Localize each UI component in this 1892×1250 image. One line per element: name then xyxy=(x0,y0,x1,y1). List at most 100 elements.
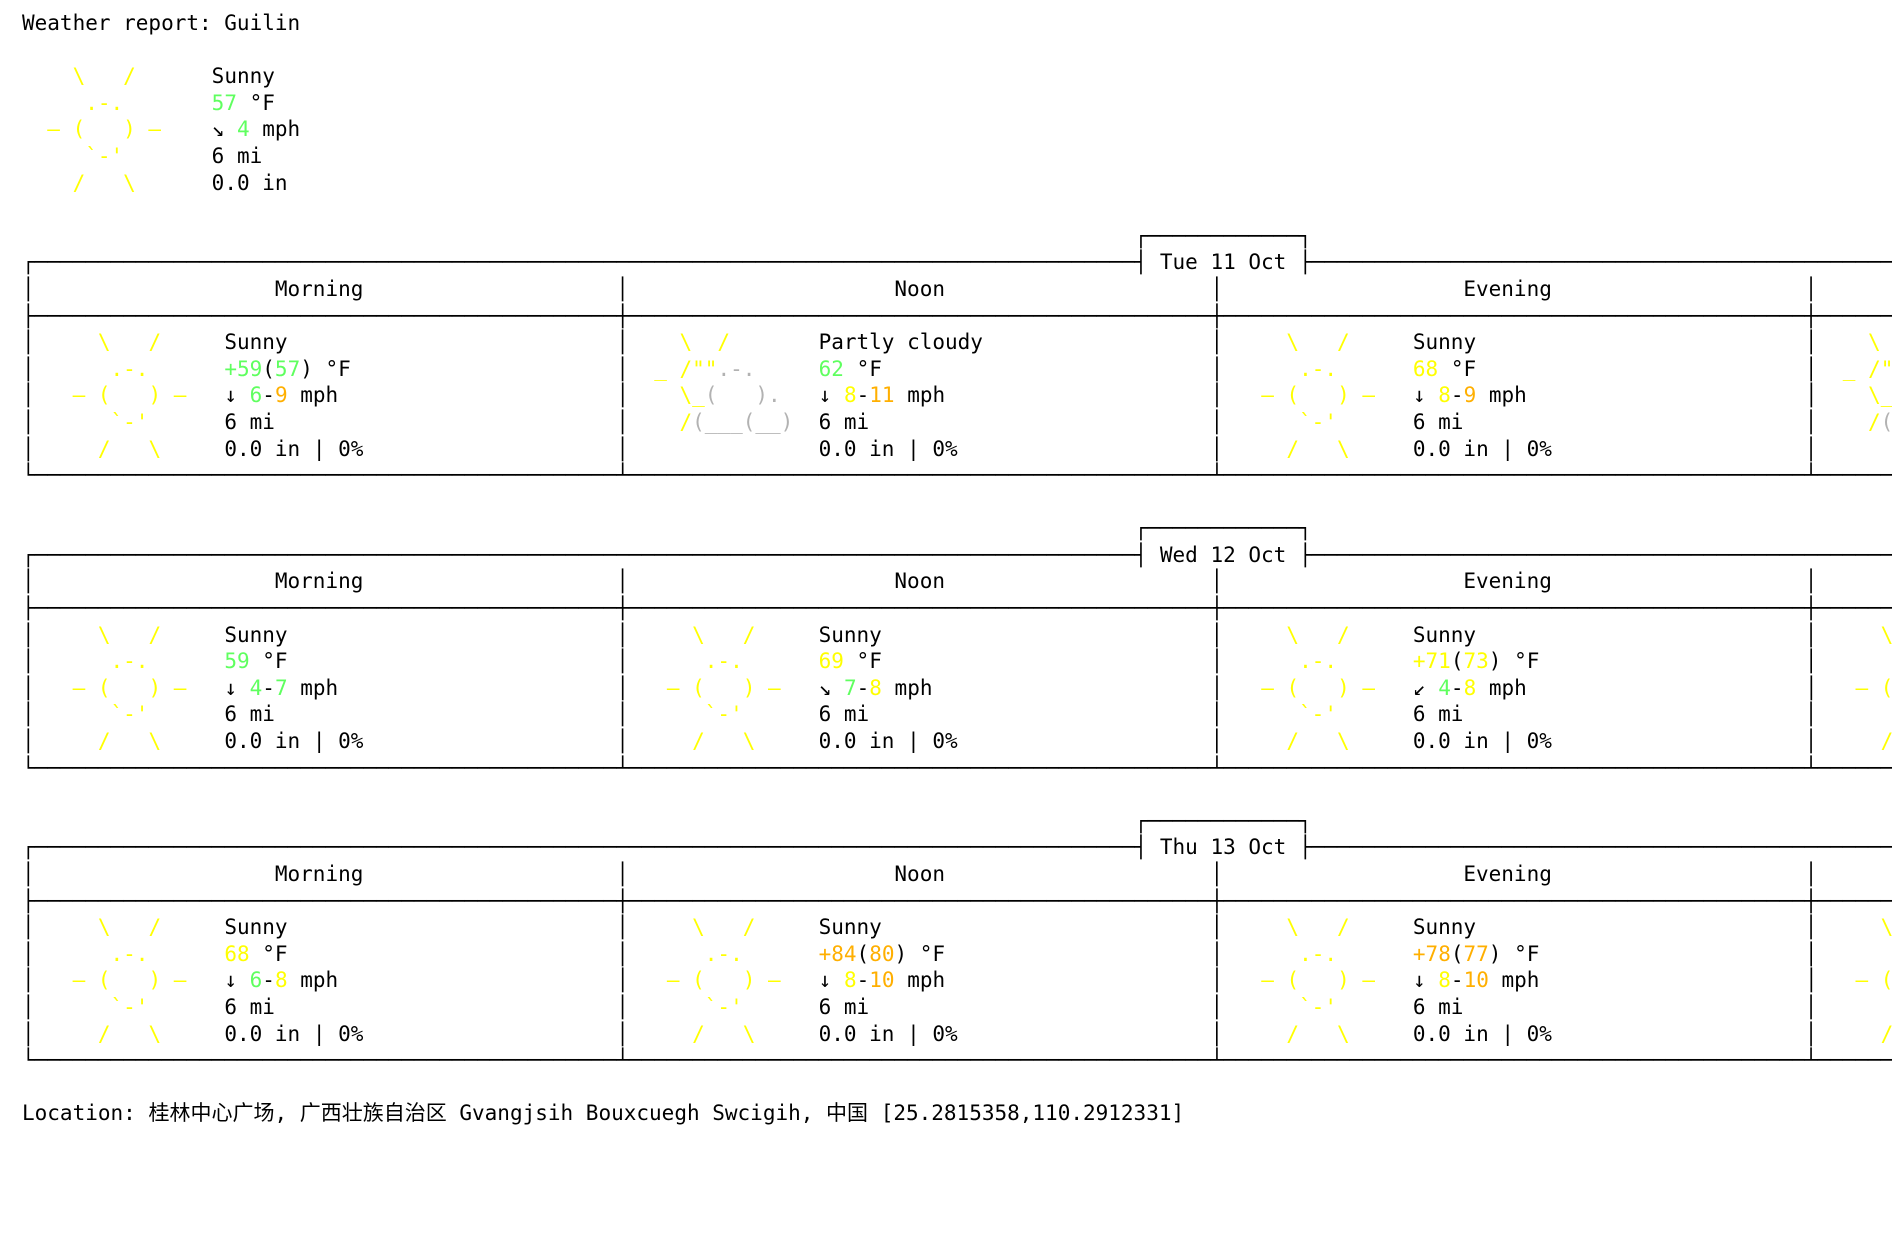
cell-visibility: 6 mi xyxy=(1412,409,1464,434)
current-detail-line: 57 °F xyxy=(211,90,275,115)
colored-text: 9 xyxy=(274,383,288,408)
cell-temperature: +78(77) °F xyxy=(1412,941,1540,966)
sunny-icon: \ / xyxy=(1235,330,1401,355)
terminal-screen: Weather report: Guilin \ / Sunny .-. 57 … xyxy=(0,0,1892,1250)
sunny-icon: ― ( ) ― xyxy=(1235,383,1401,408)
cell-temperature: 62 °F xyxy=(818,356,882,381)
partly-cloudy-icon: / xyxy=(1830,409,1881,434)
sunny-icon: ― ( ) ― xyxy=(1855,675,1892,700)
sunny-icon: `-' xyxy=(47,702,212,727)
period-header: Morning xyxy=(274,276,364,301)
sunny-icon: \ / xyxy=(1830,623,1892,647)
colored-text: 4 xyxy=(236,117,250,142)
sunny-icon: ― ( ) ― xyxy=(47,968,212,993)
sunny-icon: / \ xyxy=(47,436,212,461)
cell-temperature: +84(80) °F xyxy=(818,941,946,966)
cell-temperature: 69 °F xyxy=(818,649,882,674)
cell-precipitation: 0.0 in | 0% xyxy=(1412,436,1552,461)
current-detail-line: ↘ 4 mph xyxy=(211,117,301,142)
cell-condition: Sunny xyxy=(1412,915,1477,940)
colored-text: 8 xyxy=(1438,383,1451,408)
sunny-icon: \ / xyxy=(641,915,806,940)
sunny-icon: \ / xyxy=(1235,915,1401,940)
colored-text: 57 xyxy=(211,90,237,115)
sunny-icon: ― ( ) ― xyxy=(1235,968,1401,993)
sunny-icon: ― ( ) ― xyxy=(641,675,806,700)
sunny-icon: .-. xyxy=(641,649,806,674)
cell-temperature: 59 °F xyxy=(224,649,288,674)
cell-wind: ↓ 4-7 mph xyxy=(224,675,339,700)
page-title: Weather report: Guilin xyxy=(22,11,301,35)
sunny-icon: ― ( ) ― xyxy=(641,968,806,993)
sunny-icon: .-. xyxy=(1830,942,1892,966)
sunny-icon: .-. xyxy=(1235,941,1401,966)
sunny-icon: \ / xyxy=(641,622,806,647)
cell-wind: ↓ 6-8 mph xyxy=(224,968,339,993)
cell-temperature: +59(57) °F xyxy=(224,356,351,381)
partly-cloudy-icon: \ / xyxy=(641,330,806,355)
sunny-icon: \ / xyxy=(47,622,212,647)
sunny-icon: .-. xyxy=(47,649,212,674)
sunny-icon: .-. xyxy=(47,941,212,966)
cell-wind: ↓ 8-11 mph xyxy=(818,383,946,408)
colored-text: 8 xyxy=(1463,675,1477,700)
cell-precipitation: 0.0 in | 0% xyxy=(224,1021,364,1046)
sunny-icon: / \ xyxy=(1235,729,1401,754)
sunny-icon: `-' xyxy=(1235,702,1401,727)
sunny-icon: .-. xyxy=(1830,649,1892,673)
cell-visibility: 6 mi xyxy=(1412,702,1464,727)
cell-wind: ↓ 8-9 mph xyxy=(1412,383,1527,408)
cell-condition: Sunny xyxy=(1412,330,1477,355)
sunny-icon: .-. xyxy=(1235,356,1401,381)
partly-cloudy-icon: \ / xyxy=(1868,330,1881,355)
sunny-icon: / \ xyxy=(1235,436,1401,461)
sunny-icon: `-' xyxy=(1235,994,1401,1019)
colored-text: 7 xyxy=(843,675,857,700)
colored-text: +59 xyxy=(224,356,263,381)
colored-text: 4 xyxy=(249,675,263,700)
cloud-icon: .-. xyxy=(717,356,806,381)
period-header: Morning xyxy=(274,862,364,886)
cell-precipitation: 0.0 in | 0% xyxy=(818,436,958,461)
colored-text: 57 xyxy=(274,356,301,381)
colored-text: 11 xyxy=(869,383,895,408)
cloud-icon: ( ). xyxy=(704,383,806,408)
sunny-icon: ― ( ) ― xyxy=(22,117,187,142)
colored-text: 10 xyxy=(1463,968,1489,993)
colored-text: 62 xyxy=(818,356,844,381)
cell-precipitation: 0.0 in | 0% xyxy=(818,1021,958,1046)
current-detail-line: Sunny xyxy=(211,64,275,89)
sunny-icon: `-' xyxy=(641,702,806,727)
colored-text: 68 xyxy=(1412,356,1439,381)
colored-text: 6 xyxy=(249,968,263,993)
period-header: Evening xyxy=(1463,569,1552,594)
cell-visibility: 6 mi xyxy=(1412,994,1464,1019)
cell-condition: Sunny xyxy=(1412,622,1477,647)
sunny-icon: / \ xyxy=(22,170,187,195)
partly-cloudy-icon: _ /"" xyxy=(1842,356,1892,381)
sunny-icon: / \ xyxy=(641,1021,806,1046)
colored-text: +84 xyxy=(818,941,857,966)
sunny-icon: \ / xyxy=(1235,622,1401,647)
colored-text: 80 xyxy=(869,941,895,966)
cell-visibility: 6 mi xyxy=(224,994,275,1019)
period-header: Morning xyxy=(274,569,364,594)
current-conditions-block: \ / Sunny .-. 57 °F ― ( ) ― ↘ 4 mph `-' … xyxy=(22,63,1892,196)
sunny-icon: .-. xyxy=(22,90,187,115)
cell-temperature: 68 °F xyxy=(1412,356,1477,381)
sunny-icon: `-' xyxy=(1235,409,1401,434)
colored-text: 68 xyxy=(224,941,250,966)
colored-text: 8 xyxy=(869,675,882,700)
colored-text: 6 xyxy=(249,383,263,408)
sunny-icon: \ / xyxy=(47,330,212,355)
colored-text: +78 xyxy=(1412,941,1451,966)
cell-precipitation: 0.0 in | 0% xyxy=(818,729,958,754)
colored-text: 69 xyxy=(818,649,844,674)
sunny-icon: `-' xyxy=(47,409,212,434)
cell-visibility: 6 mi xyxy=(818,994,870,1019)
forecast-tables: ┌────────────┐ ┌────────────────────────… xyxy=(22,196,1892,1074)
location-footer: Location: 桂林中心广场, 广西壮族自治区 Gvangjsih Boux… xyxy=(22,1074,1892,1127)
cell-visibility: 6 mi xyxy=(818,409,870,434)
sunny-icon: \ / xyxy=(22,64,187,89)
colored-text: 10 xyxy=(869,968,895,993)
